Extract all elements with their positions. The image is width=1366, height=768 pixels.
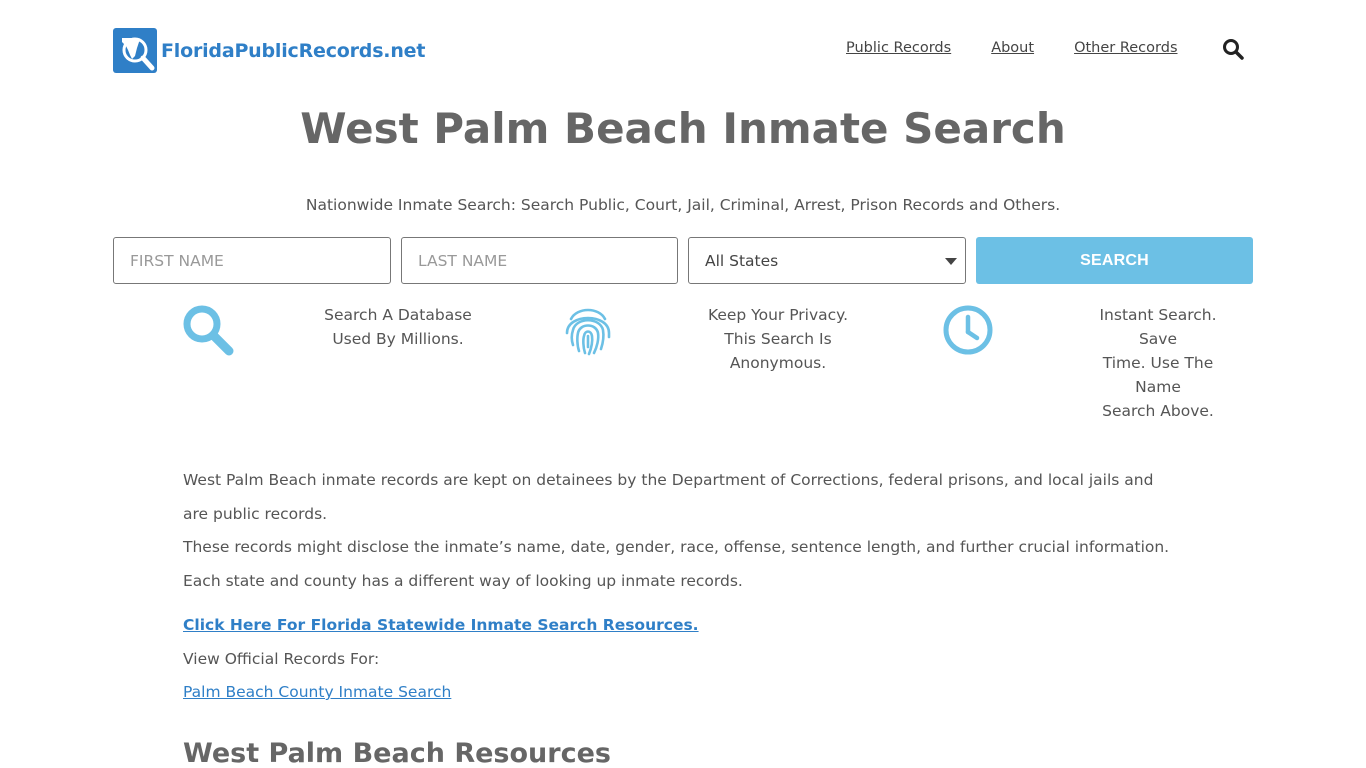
clock-icon [941,303,995,357]
nav-about[interactable]: About [991,40,1034,56]
search-button[interactable]: SEARCH [976,237,1253,284]
state-select[interactable]: All States [688,237,966,284]
page-title: West Palm Beach Inmate Search [300,104,1066,153]
details-paragraph: These records might disclose the inmate’… [183,538,1170,590]
county-inmate-search-link[interactable]: Palm Beach County Inmate Search [183,683,451,701]
feature-database-text: Search A Database Used By Millions. [324,306,472,348]
statewide-resources-link[interactable]: Click Here For Florida Statewide Inmate … [183,616,699,634]
inmate-search-form: All States SEARCH [113,237,1253,284]
nav-public-records[interactable]: Public Records [846,40,951,56]
main-nav: Public Records About Other Records [846,40,1218,56]
last-name-input[interactable] [401,237,678,284]
site-logo[interactable]: FloridaPublicRecords.net [113,28,425,73]
article-content: West Palm Beach inmate records are kept … [183,464,1183,710]
state-select-value: All States [705,251,779,270]
feature-instant-text: Instant Search. Save Time. Use The Name … [1099,306,1217,420]
florida-magnifier-logo-icon [113,28,157,73]
logo-text: FloridaPublicRecords.net [161,39,426,62]
resources-heading: West Palm Beach Resources [183,738,611,768]
page-subtitle: Nationwide Inmate Search: Search Public,… [305,196,1061,214]
caret-down-icon [945,258,957,265]
feature-privacy-text: Keep Your Privacy. This Search Is Anonym… [707,306,849,372]
magnifier-icon [181,303,235,357]
first-name-input[interactable] [113,237,391,284]
fingerprint-icon [561,303,615,357]
search-icon[interactable] [1222,38,1244,60]
view-official-label: View Official Records For: [183,649,380,668]
nav-other-records[interactable]: Other Records [1074,40,1177,56]
site-header: FloridaPublicRecords.net Public Records … [0,0,1366,100]
intro-paragraph: West Palm Beach inmate records are kept … [183,471,1154,523]
